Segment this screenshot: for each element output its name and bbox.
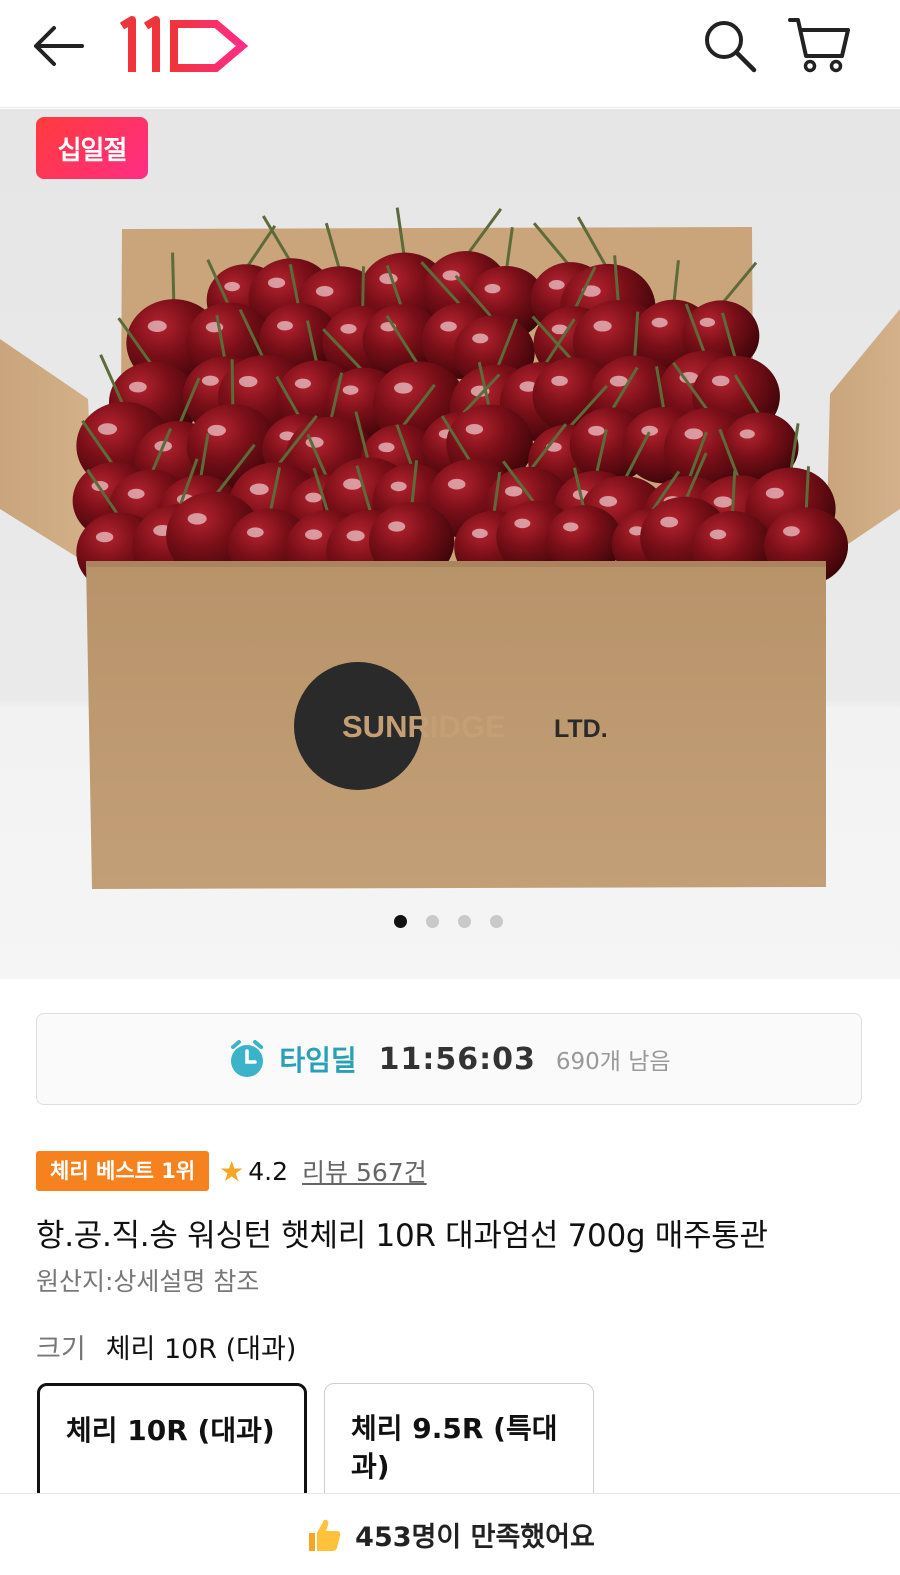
alarm-clock-icon	[231, 1040, 264, 1077]
satisfaction-bar[interactable]: 453명이 만족했어요	[0, 1493, 900, 1575]
thumbs-up-icon	[309, 1519, 341, 1551]
carousel-indicator	[394, 915, 503, 928]
product-image-carousel[interactable]: SUNRIDGE LTD. 십일절	[0, 109, 900, 979]
time-deal-banner[interactable]: 타임딜 11:56:03 690개 남음	[36, 1013, 862, 1105]
best-rank-badge: 체리 베스트 1위	[36, 1151, 210, 1191]
product-origin: 원산지:상세설명 참조	[36, 1267, 260, 1296]
cherry-box-image: SUNRIDGE LTD.	[0, 207, 900, 889]
box-brand-text: SUNRIDGE	[342, 709, 506, 744]
size-selection-row: 크기 체리 10R (대과)	[36, 1327, 296, 1366]
eleven-street-logo[interactable]	[116, 14, 250, 76]
sale-event-badge: 십일절	[36, 117, 148, 179]
selected-size-value: 체리 10R (대과)	[105, 1334, 297, 1365]
carousel-dot-1[interactable]	[394, 915, 407, 928]
back-arrow-icon[interactable]	[28, 22, 88, 70]
rating-value: 4.2	[248, 1156, 289, 1186]
time-deal-remaining: 690개 남음	[555, 1049, 671, 1075]
rating-row: 체리 베스트 1위 ★ 4.2 리뷰 567건	[36, 1150, 427, 1192]
search-icon[interactable]	[700, 14, 760, 74]
review-count-link[interactable]: 리뷰 567건	[302, 1153, 427, 1189]
time-deal-countdown: 11:56:03	[378, 1041, 536, 1077]
top-header	[0, 0, 900, 108]
box-brand-suffix: LTD.	[554, 715, 608, 743]
satisfied-count-text: 453명이 만족했어요	[355, 1522, 595, 1553]
carousel-dot-2[interactable]	[426, 915, 439, 928]
time-deal-label: 타임딜	[279, 1044, 357, 1077]
cart-icon[interactable]	[786, 14, 850, 74]
size-option-10r[interactable]: 체리 10R (대과)	[37, 1383, 307, 1503]
carousel-dot-3[interactable]	[458, 915, 471, 928]
size-option-9-5r[interactable]: 체리 9.5R (특대과)	[324, 1383, 594, 1503]
star-icon: ★	[219, 1154, 245, 1188]
product-title: 항.공.직.송 워싱턴 햇체리 10R 대과엄선 700g 매주통관	[36, 1218, 768, 1254]
size-label: 크기	[36, 1334, 86, 1365]
carousel-dot-4[interactable]	[490, 915, 503, 928]
